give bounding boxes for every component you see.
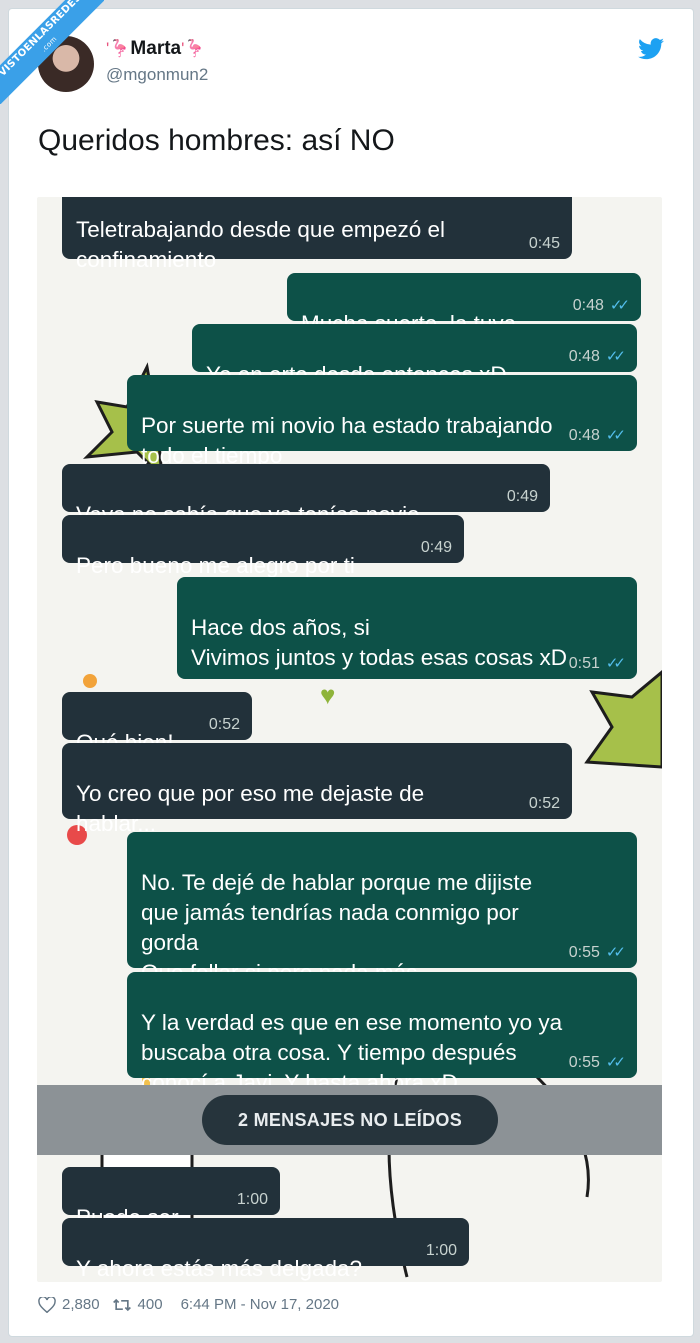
- author-handle[interactable]: @mgonmun2: [106, 65, 208, 85]
- decor-heart-green: ♥: [320, 680, 336, 710]
- chat-message-out[interactable]: Mucha suerte, la tuya 0:48✓✓: [287, 273, 641, 336]
- read-ticks-icon: ✓✓: [605, 348, 626, 365]
- chat-message-out[interactable]: Por suerte mi novio ha estado trabajando…: [127, 375, 637, 468]
- message-time: 0:52: [528, 795, 560, 812]
- message-time: 0:48: [568, 348, 600, 365]
- message-text: Teletrabajando desde que empezó el confi…: [76, 217, 446, 272]
- tweet-text: Queridos hombres: así NO: [38, 124, 395, 157]
- read-ticks-icon: ✓✓: [605, 1054, 626, 1071]
- message-time: 0:55: [568, 1054, 600, 1071]
- chat-message-in[interactable]: Yo creo que por eso me dejaste de hablar…: [62, 743, 572, 836]
- author-name-text: Marta: [130, 38, 182, 59]
- chat-message-in[interactable]: Teletrabajando desde que empezó el confi…: [62, 197, 572, 272]
- message-time: 0:55: [568, 944, 600, 961]
- twitter-bird-icon[interactable]: [638, 38, 664, 60]
- tweet-footer: 2,880 400 6:44 PM - Nov 17, 2020: [38, 1296, 339, 1313]
- watermark-ribbon: VISTOENLASREDES .com: [0, 0, 104, 104]
- message-text: No. Te dejé de hablar porque me dijiste …: [141, 870, 533, 985]
- retweet-icon[interactable]: [112, 1297, 132, 1313]
- message-time: 0:51: [568, 655, 600, 672]
- heart-icon[interactable]: [38, 1296, 56, 1313]
- message-time: 1:00: [425, 1242, 457, 1259]
- read-ticks-icon: ✓✓: [609, 297, 630, 314]
- like-count: 2,880: [62, 1296, 100, 1313]
- read-ticks-icon: ✓✓: [605, 655, 626, 672]
- message-time: 0:49: [506, 488, 538, 505]
- chat-message-in[interactable]: Vaya no sabía que ya tenías novio... 0:4…: [62, 464, 550, 527]
- message-time: 0:52: [208, 716, 240, 733]
- retweet-count: 400: [137, 1296, 163, 1313]
- flamingo-emoji-left: '🦩: [106, 39, 131, 58]
- chat-message-in[interactable]: Y ahora estás más delgada? 1:00: [62, 1218, 469, 1281]
- message-time: 1:00: [236, 1191, 268, 1208]
- chat-message-in[interactable]: Qué bien! 0:52: [62, 692, 252, 755]
- message-time: 0:48: [568, 427, 600, 444]
- chat-message-out[interactable]: Hace dos años, si Vivimos juntos y todas…: [177, 577, 637, 679]
- watermark-text: VISTOENLASREDES: [0, 0, 84, 79]
- message-time: 0:45: [528, 235, 560, 252]
- read-ticks-icon: ✓✓: [605, 944, 626, 961]
- chat-message-out[interactable]: No. Te dejé de hablar porque me dijiste …: [127, 832, 637, 985]
- message-text: Hace dos años, si Vivimos juntos y todas…: [191, 615, 567, 670]
- tweet-timestamp[interactable]: 6:44 PM - Nov 17, 2020: [181, 1296, 339, 1313]
- message-text: Yo creo que por eso me dejaste de hablar…: [76, 781, 425, 836]
- chat-message-in[interactable]: Puede ser... 1:00: [62, 1167, 280, 1230]
- message-text: Pero bueno me alegro por ti: [76, 553, 355, 578]
- message-text: Por suerte mi novio ha estado trabajando…: [141, 413, 553, 468]
- holly-leaf-decoration-right: [584, 670, 662, 769]
- unread-messages-badge: 2 MENSAJES NO LEÍDOS: [202, 1095, 498, 1145]
- decor-dot-orange: [83, 674, 97, 688]
- flamingo-emoji-right: '🦩: [181, 39, 206, 58]
- chat-message-out[interactable]: Y la verdad es que en ese momento yo ya …: [127, 972, 637, 1095]
- message-time: 0:49: [420, 539, 452, 556]
- message-text: Y ahora estás más delgada?: [76, 1256, 363, 1281]
- message-time: 0:48: [572, 297, 604, 314]
- chat-message-out[interactable]: Yo en erte desde entonces xD 0:48✓✓: [192, 324, 637, 387]
- author-name[interactable]: '🦩Marta'🦩: [106, 38, 206, 60]
- chat-screenshot[interactable]: ♥ Teletrabajando desde que empezó el con…: [37, 197, 662, 1282]
- chat-message-in[interactable]: Pero bueno me alegro por ti 0:49: [62, 515, 464, 578]
- read-ticks-icon: ✓✓: [605, 427, 626, 444]
